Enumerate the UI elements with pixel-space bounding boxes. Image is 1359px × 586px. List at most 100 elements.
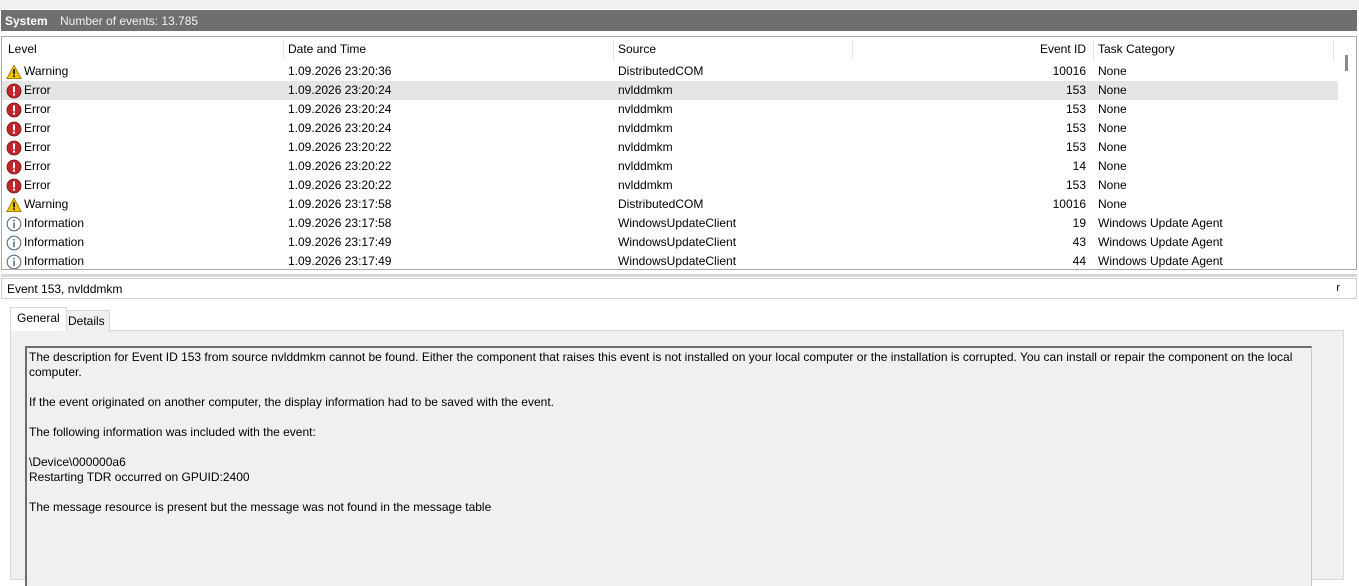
warning-icon — [6, 63, 22, 80]
scrollbar-thumb[interactable] — [1345, 55, 1348, 71]
event-row[interactable]: Warning 1.09.2026 23:20:36 DistributedCOM 1… — [2, 62, 1338, 81]
date-cell: 1.09.2026 23:20:24 — [288, 121, 392, 135]
error-icon — [6, 102, 22, 118]
level-cell: Error — [6, 157, 51, 176]
date-cell: 1.09.2026 23:17:49 — [288, 235, 392, 249]
date-cell: 1.09.2026 23:20:24 — [288, 83, 392, 97]
column-divider[interactable] — [1093, 39, 1094, 59]
task-category-cell: None — [1098, 64, 1127, 78]
event-rows: Warning 1.09.2026 23:20:36 DistributedCOM 1… — [2, 62, 1338, 270]
vertical-scrollbar[interactable] — [1338, 37, 1356, 269]
event-id-cell: 10016 — [1052, 197, 1086, 211]
event-id-cell: 153 — [1065, 140, 1086, 154]
event-row[interactable]: Information 1.09.2026 23:17:49 WindowsUpda… — [2, 233, 1338, 252]
level-cell: Warning — [6, 195, 68, 214]
task-category-cell: None — [1098, 140, 1127, 154]
column-divider[interactable] — [283, 39, 284, 59]
task-category-cell: None — [1098, 159, 1127, 173]
event-row[interactable]: Error 1.09.2026 23:20:24 nvlddmkm 153 None — [2, 100, 1338, 119]
description-paragraph: The message resource is present but the … — [29, 500, 492, 514]
column-header-event-id[interactable]: Event ID — [1002, 37, 1086, 62]
column-header-level[interactable]: Level — [8, 37, 37, 62]
tab-general[interactable]: General — [10, 307, 67, 331]
event-id-cell: 153 — [1065, 178, 1086, 192]
level-cell: Error — [6, 100, 51, 119]
event-row[interactable]: Information 1.09.2026 23:17:58 WindowsUpda… — [2, 214, 1338, 233]
event-row[interactable]: Error 1.09.2026 23:20:24 nvlddmkm 153 None — [2, 119, 1338, 138]
level-label: Error — [24, 83, 51, 97]
log-title-bar: System Number of events: 13.785 — [1, 10, 1357, 31]
task-category-cell: Windows Update Agent — [1098, 254, 1223, 268]
error-icon — [6, 140, 22, 156]
task-category-cell: None — [1098, 121, 1127, 135]
description-paragraph: The following information was included w… — [29, 425, 316, 439]
event-row[interactable]: Information 1.09.2026 23:17:49 WindowsUpda… — [2, 252, 1338, 270]
column-divider[interactable] — [852, 39, 853, 59]
warning-icon — [6, 196, 22, 213]
event-row[interactable]: Error 1.09.2026 23:20:22 nvlddmkm 14 None — [2, 157, 1338, 176]
error-icon — [6, 178, 22, 194]
column-header-date[interactable]: Date and Time — [288, 37, 366, 62]
close-detail-icon[interactable]: r — [1336, 282, 1340, 294]
event-description[interactable]: The description for Event ID 153 from so… — [25, 346, 1312, 586]
task-category-cell: Windows Update Agent — [1098, 216, 1223, 230]
error-icon — [6, 83, 22, 99]
level-cell: Information — [6, 214, 84, 233]
error-icon — [6, 159, 22, 175]
date-cell: 1.09.2026 23:17:49 — [288, 254, 392, 268]
event-id-cell: 14 — [1072, 159, 1086, 173]
event-id-cell: 153 — [1065, 121, 1086, 135]
source-cell: nvlddmkm — [618, 83, 673, 97]
date-cell: 1.09.2026 23:17:58 — [288, 197, 392, 211]
level-label: Warning — [24, 197, 69, 211]
source-cell: WindowsUpdateClient — [618, 235, 737, 249]
level-cell: Error — [6, 81, 51, 100]
column-header-source[interactable]: Source — [618, 37, 656, 62]
event-list[interactable]: Level Date and Time Source Event ID Task… — [1, 36, 1357, 270]
event-id-cell: 153 — [1065, 102, 1086, 116]
description-paragraph: The description for Event ID 153 from so… — [29, 350, 1296, 379]
event-row[interactable]: Error 1.09.2026 23:20:24 nvlddmkm 153 None — [2, 81, 1338, 100]
error-icon — [6, 121, 22, 137]
column-header-task-category[interactable]: Task Category — [1098, 37, 1175, 62]
source-cell: DistributedCOM — [618, 64, 704, 78]
source-cell: nvlddmkm — [618, 159, 673, 173]
tab-details[interactable]: Details — [63, 310, 110, 332]
source-cell: nvlddmkm — [618, 102, 673, 116]
event-id-cell: 43 — [1072, 235, 1086, 249]
column-divider[interactable] — [613, 39, 614, 59]
level-cell: Error — [6, 138, 51, 157]
level-cell: Error — [6, 119, 51, 138]
source-cell: DistributedCOM — [618, 197, 704, 211]
level-label: Warning — [24, 64, 69, 78]
information-icon — [6, 254, 22, 270]
task-category-cell: None — [1098, 197, 1127, 211]
column-header-row: Level Date and Time Source Event ID Task… — [2, 37, 1338, 62]
column-divider[interactable] — [1333, 39, 1334, 59]
event-detail-title: Event 153, nvlddmkm — [7, 282, 123, 296]
description-paragraph: If the event originated on another compu… — [29, 395, 554, 409]
event-row[interactable]: Error 1.09.2026 23:20:22 nvlddmkm 153 None — [2, 176, 1338, 195]
event-row[interactable]: Error 1.09.2026 23:20:22 nvlddmkm 153 None — [2, 138, 1338, 157]
event-row[interactable]: Warning 1.09.2026 23:17:58 DistributedCOM 1… — [2, 195, 1338, 214]
source-cell: nvlddmkm — [618, 178, 673, 192]
description-paragraph: \Device\000000a6 Restarting TDR occurred… — [29, 455, 250, 484]
information-icon — [6, 216, 22, 232]
event-id-cell: 44 — [1072, 254, 1086, 268]
date-cell: 1.09.2026 23:20:22 — [288, 159, 392, 173]
level-label: Error — [24, 102, 51, 116]
pane-splitter[interactable] — [1, 274, 1357, 277]
event-detail-header: Event 153, nvlddmkm r — [1, 278, 1357, 299]
level-label: Error — [24, 140, 51, 154]
task-category-cell: None — [1098, 102, 1127, 116]
source-cell: nvlddmkm — [618, 140, 673, 154]
event-detail-pane: The description for Event ID 153 from so… — [1, 299, 1357, 586]
event-id-cell: 153 — [1065, 83, 1086, 97]
date-cell: 1.09.2026 23:20:22 — [288, 178, 392, 192]
level-label: Error — [24, 159, 51, 173]
date-cell: 1.09.2026 23:17:58 — [288, 216, 392, 230]
level-cell: Warning — [6, 62, 68, 81]
level-label: Information — [24, 216, 85, 230]
information-icon — [6, 235, 22, 251]
level-cell: Information — [6, 233, 84, 252]
